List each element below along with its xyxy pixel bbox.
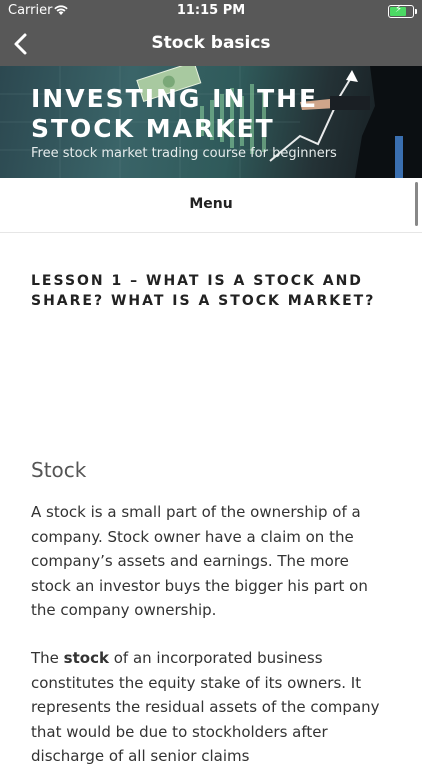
bold-term: stock — [63, 649, 109, 667]
battery-charging-icon: ⚡ — [388, 4, 417, 18]
clock-time: 11:15 PM — [176, 3, 246, 18]
navigation-bar: Stock basics — [0, 22, 422, 66]
hero-title: INVESTING IN THE STOCK MARKET — [31, 84, 319, 143]
menu-bar: Menu — [0, 178, 422, 233]
hero-banner: INVESTING IN THE STOCK MARKET Free stock… — [0, 66, 422, 178]
hero-subtitle: Free stock market trading course for beg… — [31, 146, 337, 161]
paragraph: A stock is a small part of the ownership… — [31, 503, 368, 619]
menu-button[interactable]: Menu — [0, 196, 422, 212]
paragraph: The stock of an incorporated business co… — [31, 646, 393, 769]
page-title: Stock basics — [151, 33, 271, 53]
scrollbar-thumb[interactable] — [415, 182, 418, 226]
paragraph-text: The — [31, 649, 64, 667]
section-heading: Stock — [31, 458, 87, 482]
status-bar: Carrier 11:15 PM ⚡ — [0, 0, 422, 22]
lesson-title: LESSON 1 – WHAT IS A STOCK AND SHARE? WH… — [31, 273, 376, 309]
